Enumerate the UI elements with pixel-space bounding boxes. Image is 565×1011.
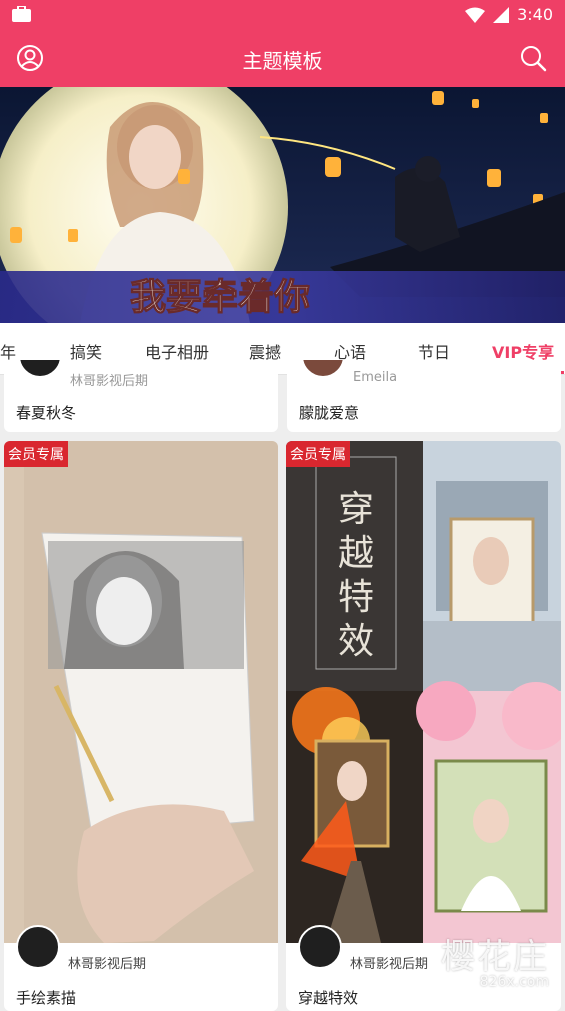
banner-caption: 我要牵着你 <box>130 277 310 318</box>
template-thumbnail <box>4 441 278 943</box>
vip-badge: 会员专属 <box>286 441 350 467</box>
author-name: 林哥影视后期 <box>70 370 148 389</box>
wifi-icon <box>465 7 485 23</box>
search-icon[interactable] <box>518 43 548 73</box>
template-name: 春夏秋冬 <box>16 402 76 423</box>
briefcase-icon <box>12 6 31 22</box>
template-card[interactable]: 林哥影视后期 春夏秋冬 <box>4 360 278 432</box>
author-name: Emeila <box>353 370 397 385</box>
clock-text: 3:40 <box>517 5 553 24</box>
template-name: 穿越特效 <box>298 987 358 1008</box>
vip-badge: 会员专属 <box>4 441 68 467</box>
author-name: 林哥影视后期 <box>350 953 428 972</box>
watermark-text: 樱花庄 <box>441 929 549 978</box>
avatar <box>298 925 342 969</box>
author-name: 林哥影视后期 <box>68 953 146 972</box>
avatar <box>16 925 60 969</box>
template-name: 朦胧爱意 <box>299 402 359 423</box>
avatar <box>18 360 62 378</box>
template-card[interactable]: Emeila 朦胧爱意 <box>287 360 561 432</box>
banner-carousel[interactable]: 我要牵着你 <box>0 87 565 323</box>
signal-icon <box>493 7 509 23</box>
banner-image: 我要牵着你 <box>0 87 565 323</box>
page-title: 主题模板 <box>0 45 565 74</box>
status-bar: 3:40 <box>0 0 565 30</box>
avatar <box>301 360 345 378</box>
template-thumbnail: 穿越特效 <box>286 441 561 943</box>
template-card[interactable]: 穿越特效 会员专属 林哥影视后期 穿越特效 <box>286 441 561 1011</box>
template-name: 手绘素描 <box>16 987 76 1008</box>
app-bar: 主题模板 <box>0 30 565 87</box>
template-card[interactable]: 会员专属 林哥影视后期 手绘素描 <box>4 441 278 1011</box>
watermark: 樱花庄 826x.com <box>441 929 549 990</box>
